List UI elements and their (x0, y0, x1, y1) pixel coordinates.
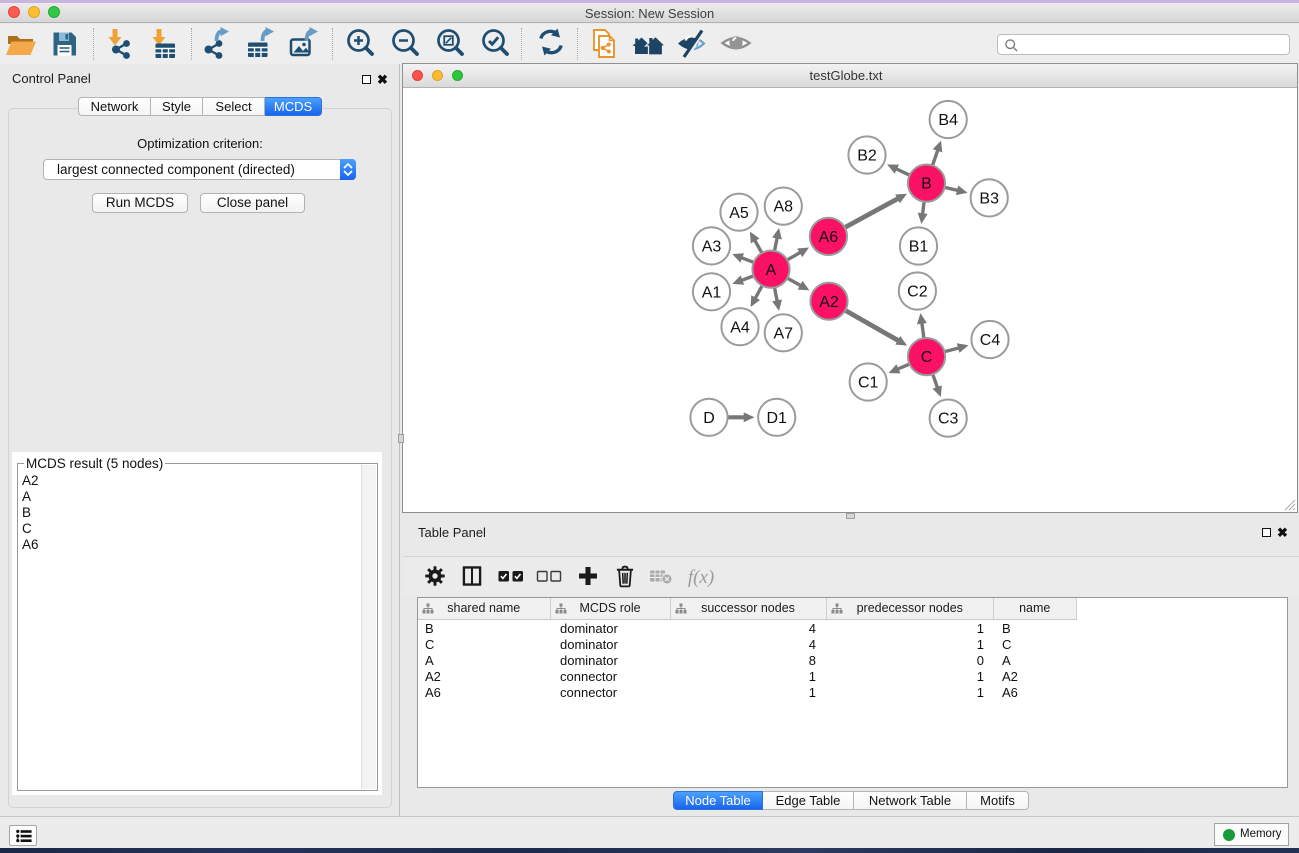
svg-text:B3: B3 (979, 191, 999, 208)
svg-text:A3: A3 (702, 239, 722, 256)
svg-text:C3: C3 (938, 411, 959, 428)
svg-text:C: C (921, 349, 933, 366)
svg-text:A1: A1 (702, 284, 722, 301)
svg-text:A6: A6 (819, 229, 839, 246)
svg-text:A5: A5 (729, 205, 749, 222)
svg-text:C2: C2 (907, 284, 928, 301)
svg-text:A: A (766, 262, 777, 279)
svg-text:D1: D1 (766, 410, 787, 427)
svg-text:C4: C4 (980, 332, 1001, 349)
svg-text:A2: A2 (819, 294, 839, 311)
svg-text:A4: A4 (730, 319, 750, 336)
svg-text:A7: A7 (774, 325, 794, 342)
svg-text:f(x): f(x) (688, 567, 714, 588)
svg-text:B1: B1 (909, 239, 929, 256)
svg-text:A8: A8 (774, 199, 794, 216)
svg-text:C1: C1 (858, 375, 879, 392)
svg-text:B: B (921, 176, 932, 193)
svg-text:D: D (703, 410, 715, 427)
svg-text:B2: B2 (857, 148, 877, 165)
svg-text:B4: B4 (938, 112, 958, 129)
